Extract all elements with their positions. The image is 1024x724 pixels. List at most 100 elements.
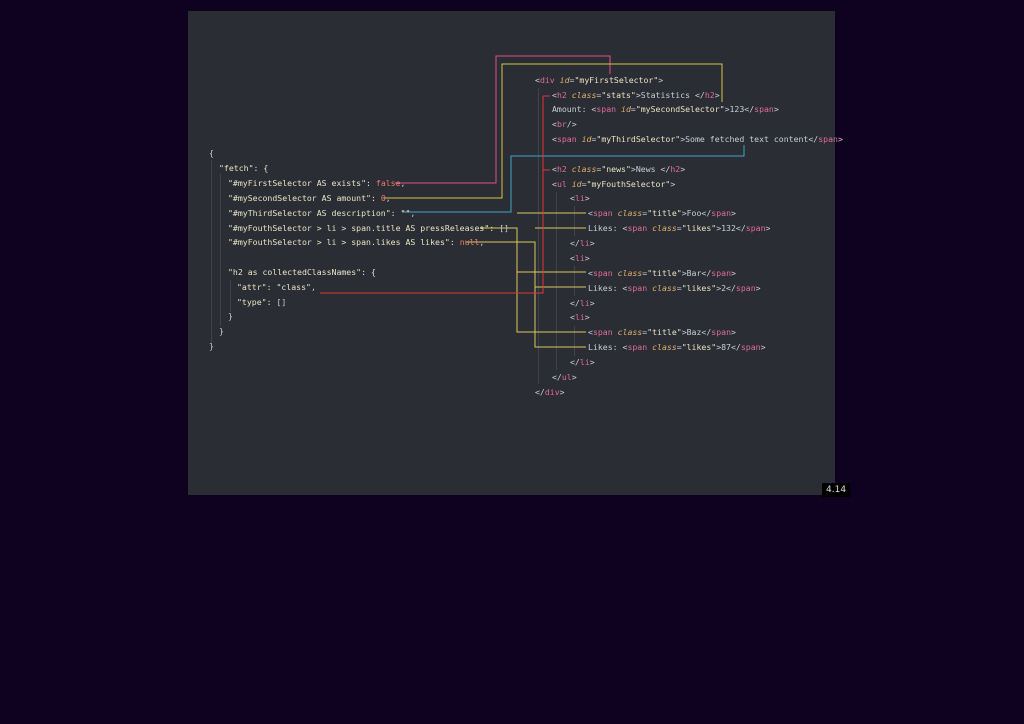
code-token: ul <box>561 372 572 382</box>
code-token: "likes" <box>681 223 717 233</box>
code-token: >Bar</ <box>681 268 712 278</box>
code-token: h2 <box>556 90 567 100</box>
code-token: Likes: < <box>588 283 628 293</box>
code-brace-open: { <box>209 148 214 158</box>
code-token: div <box>544 387 560 397</box>
code-token: > <box>589 298 595 308</box>
code-token: > <box>731 327 736 337</box>
connector-wires <box>320 55 745 348</box>
code-token: span <box>711 208 731 218</box>
code-token: "likes" <box>681 283 717 293</box>
code-token: span <box>556 134 577 144</box>
code-token: > <box>765 223 771 233</box>
html-code-line: </div> <box>535 387 565 397</box>
code-token: > <box>584 253 590 263</box>
html-code-line: <li> <box>570 253 590 263</box>
code-token: span <box>592 208 613 218</box>
code-token: class <box>652 283 677 293</box>
code-token: li <box>579 238 590 248</box>
code-token: "title" <box>647 208 682 218</box>
code-token: > <box>731 208 736 218</box>
code-token: > <box>837 134 843 144</box>
slide-counter: 4.14 <box>822 483 851 497</box>
code-token: br <box>556 119 567 129</box>
code-token: "mySecondSelector" <box>635 104 725 114</box>
code-token: Likes: < <box>588 342 628 352</box>
code-token: Likes: < <box>588 223 628 233</box>
code-token: h2 <box>670 164 681 174</box>
html-code-line: Likes: <span class="likes">2</span> <box>588 283 761 293</box>
html-code-line: <br/> <box>552 119 577 129</box>
code-token: "likes" <box>681 342 717 352</box>
code-token: li <box>574 253 585 263</box>
code-token: > <box>589 357 595 367</box>
code-token: > <box>670 179 676 189</box>
code-type: "type": [] <box>237 297 287 307</box>
code-token: "myFouthSelector" <box>586 179 671 189</box>
code-token: > <box>589 238 595 248</box>
code-brace-close-fetch: } <box>219 326 224 336</box>
html-code-line: Amount: <span id="mySecondSelector">123<… <box>552 104 779 114</box>
html-code-line: </li> <box>570 357 595 367</box>
code-token: span <box>740 342 761 352</box>
code-token: class <box>571 164 597 174</box>
code-second-selector: "#mySecondSelector AS amount": 0, <box>228 193 391 203</box>
code-token: >132</ <box>716 223 746 233</box>
code-token: "title" <box>647 327 682 337</box>
code-token: li <box>579 357 590 367</box>
code-fetch-key: "fetch": { <box>219 163 269 173</box>
code-token: id <box>571 179 582 189</box>
code-attr: "attr": "class", <box>237 282 316 292</box>
code-token: > <box>731 268 736 278</box>
code-token: span <box>818 134 838 144</box>
code-token: h2 <box>704 90 715 100</box>
code-token: "title" <box>647 268 682 278</box>
code-token: >Foo</ <box>681 208 712 218</box>
code-token: span <box>711 268 731 278</box>
code-token: class <box>617 268 643 278</box>
code-token: id <box>621 104 631 114</box>
html-code-line: <li> <box>570 193 590 203</box>
code-token: "news" <box>601 164 631 174</box>
html-code-line: <h2 class="stats">Statistics </h2> <box>552 90 720 100</box>
code-token: >Statistics </ <box>635 90 705 100</box>
code-token: >123</ <box>724 104 755 114</box>
code-token: h2 <box>556 164 567 174</box>
code-press-releases: "#myFouthSelector > li > span.title AS p… <box>228 223 509 233</box>
code-token: li <box>579 298 590 308</box>
code-token: class <box>571 90 597 100</box>
code-token: > <box>714 90 720 100</box>
code-token: span <box>627 223 648 233</box>
code-token: > <box>584 193 590 203</box>
code-token: id <box>559 75 570 85</box>
code-token: > <box>658 75 664 85</box>
html-code-line: </li> <box>570 238 595 248</box>
code-token: ul <box>556 179 567 189</box>
code-token: li <box>574 312 585 322</box>
code-token: >Some fetched text content</ <box>680 134 819 144</box>
code-token: > <box>571 372 577 382</box>
code-token: </ <box>535 387 545 397</box>
code-collected-class-names: "h2 as collectedClassNames": { <box>228 267 376 277</box>
html-code-line: <span class="title">Bar</span> <box>588 268 736 278</box>
code-token: >2</ <box>716 283 736 293</box>
code-token: div <box>539 75 555 85</box>
code-token: class <box>617 327 643 337</box>
code-token: span <box>592 327 613 337</box>
code-token: span <box>711 327 731 337</box>
code-token: span <box>745 223 766 233</box>
code-token: > <box>755 283 761 293</box>
code-token: "stats" <box>601 90 636 100</box>
code-token: span <box>627 283 648 293</box>
code-token: /> <box>566 119 577 129</box>
html-code-line: <h2 class="news">News </h2> <box>552 164 685 174</box>
code-token: >News </ <box>630 164 671 174</box>
html-code-line: Likes: <span class="likes">132</span> <box>588 223 770 233</box>
code-token: </ <box>570 238 580 248</box>
code-likes: "#myFouthSelector > li > span.likes AS l… <box>228 237 485 247</box>
code-first-selector: "#myFirstSelector AS exists": false, <box>228 178 406 188</box>
code-token: > <box>680 164 686 174</box>
code-token: Amount: < <box>552 104 597 114</box>
code-token: > <box>760 342 766 352</box>
code-token: class <box>652 223 677 233</box>
